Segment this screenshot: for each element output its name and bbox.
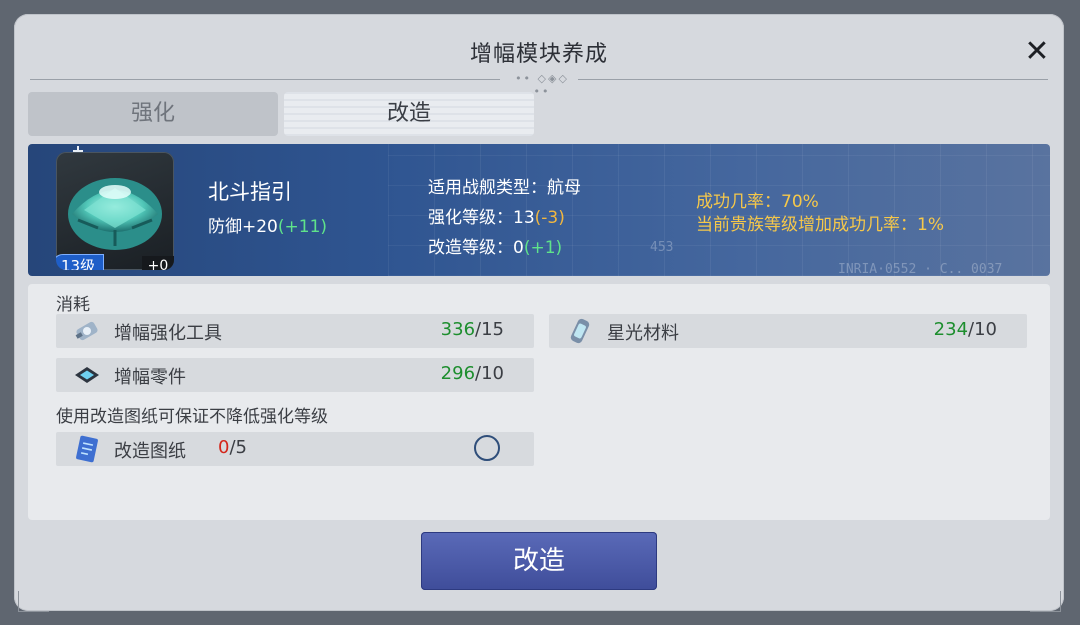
item-stat: 防御+20(+11) <box>208 217 328 237</box>
dialog: 增幅模块养成 ✕ •• ◇◈◇ •• 强化 改造 453 INRIA·0552 … <box>14 14 1064 612</box>
corner-ornament <box>1030 591 1061 612</box>
tab-strengthen[interactable]: 强化 <box>28 92 278 136</box>
item-name: 北斗指引 <box>208 180 292 204</box>
blueprint-count: 0/5 <box>218 437 247 458</box>
material-row-tool: 增幅强化工具 336/15 <box>56 314 534 348</box>
success-rate: 成功几率：70% <box>696 192 819 212</box>
blueprint-icon <box>76 435 98 463</box>
item-enhance-badge: +0 <box>142 256 174 270</box>
item-icon-frame[interactable]: 13级 +0 <box>56 152 174 270</box>
close-icon[interactable]: ✕ <box>1022 37 1052 68</box>
corner-ornament <box>18 591 49 612</box>
blueprint-hint: 使用改造图纸可保证不降低强化等级 <box>56 407 328 427</box>
material-count: 336/15 <box>440 319 504 340</box>
blueprint-radio[interactable] <box>474 435 500 461</box>
material-count: 296/10 <box>440 363 504 384</box>
noble-bonus-rate: 当前贵族等级增加成功几率：1% <box>696 215 944 235</box>
modify-button[interactable]: 改造 <box>421 532 657 590</box>
modify-level-info: 改造等级：0(+1) <box>428 238 563 258</box>
consumption-label: 消耗 <box>56 295 90 315</box>
material-name: 增幅强化工具 <box>114 323 222 344</box>
tool-icon <box>75 321 98 341</box>
item-level-badge: 13级 <box>56 254 105 270</box>
module-icon <box>68 178 162 250</box>
starlight-material-icon <box>570 318 590 344</box>
material-name: 星光材料 <box>607 323 679 344</box>
blueprint-row[interactable]: 改造图纸 0/5 <box>56 432 534 466</box>
consumption-panel: 消耗 增幅强化工具 336/15 星光材料 234/10 增幅零件 296/10… <box>28 284 1050 520</box>
ship-type-info: 适用战舰类型：航母 <box>428 178 581 198</box>
material-count: 234/10 <box>933 319 997 340</box>
item-banner: 453 INRIA·0552 · C.. 0037 ··· ·· ··· ·· <box>28 144 1050 276</box>
material-row-part: 增幅零件 296/10 <box>56 358 534 392</box>
tab-modify[interactable]: 改造 <box>284 92 534 136</box>
material-row-starlight: 星光材料 234/10 <box>549 314 1027 348</box>
material-name: 增幅零件 <box>114 367 186 388</box>
blueprint-name: 改造图纸 <box>114 441 186 462</box>
title-divider: •• ◇◈◇ •• <box>30 72 1048 98</box>
part-icon <box>75 367 99 383</box>
strengthen-level-info: 强化等级：13(-3) <box>428 208 565 228</box>
dialog-title: 增幅模块养成 <box>469 42 608 67</box>
